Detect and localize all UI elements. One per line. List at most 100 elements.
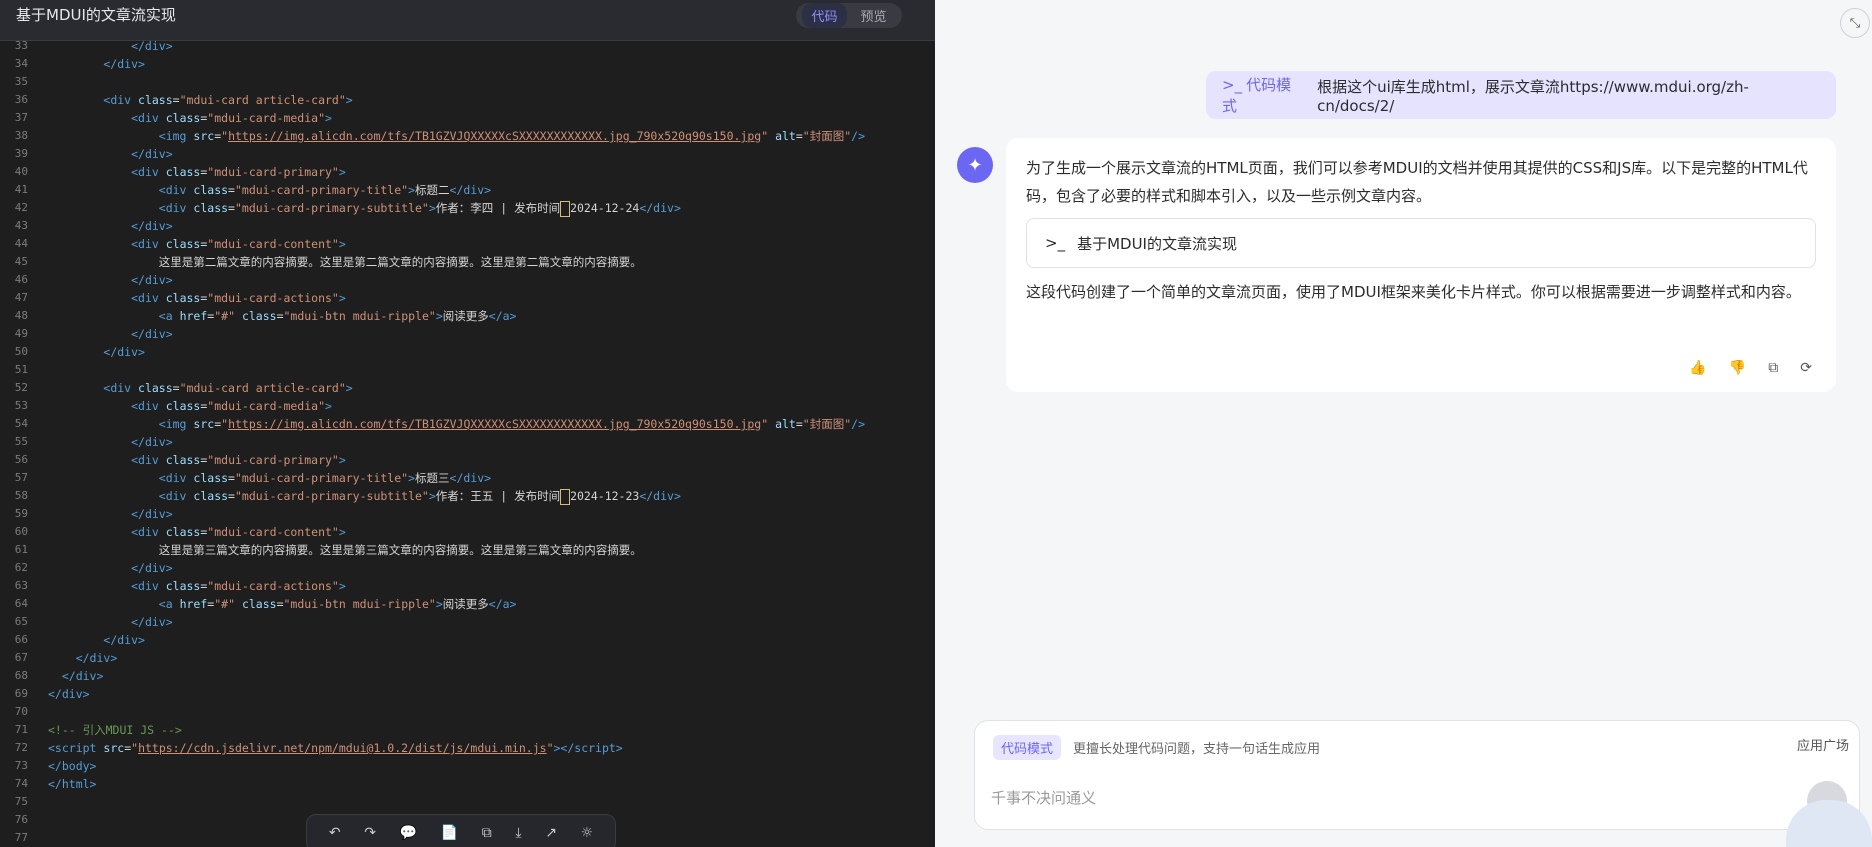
line-text: 这里是第二篇文章的内容摘要。这里是第二篇文章的内容摘要。这里是第二篇文章的内容摘…: [48, 255, 642, 269]
line-number: 37: [14, 111, 28, 124]
code-line: 34 </div>: [0, 55, 935, 73]
line-number: 57: [14, 471, 28, 484]
document-icon[interactable]: 📄: [441, 825, 458, 841]
chat-input-area: 代码模式 更擅长处理代码问题，支持一句话生成应用 应用广场 千事不决问通义: [974, 720, 1860, 830]
line-text: <div class="mdui-card-primary-title">标题三…: [158, 471, 492, 485]
answer-outro: 这段代码创建了一个简单的文章流页面，使用了MDUI框架来美化卡片样式。你可以根据…: [1026, 283, 1801, 301]
theme-icon[interactable]: ☼: [581, 825, 594, 841]
assistant-answer: 为了生成一个展示文章流的HTML页面，我们可以参考MDUI的文档并使用其提供的C…: [1006, 138, 1836, 392]
code-line: 49 </div>: [0, 325, 935, 343]
copy-icon[interactable]: ⧉: [1768, 360, 1778, 376]
line-number: 63: [14, 579, 28, 592]
line-number: 68: [14, 669, 28, 682]
thumbs-down-icon[interactable]: 👎: [1729, 360, 1746, 376]
code-line: 51: [0, 361, 935, 379]
line-number: 55: [14, 435, 28, 448]
line-number: 51: [14, 363, 28, 376]
line-number: 58: [14, 489, 28, 502]
chat-input[interactable]: 千事不决问通义: [991, 787, 1096, 808]
code-line: 69 </div>: [0, 685, 935, 703]
line-number: 33: [14, 39, 28, 52]
line-text: </body>: [48, 759, 97, 773]
share-icon[interactable]: ↗: [545, 825, 557, 841]
line-text: <div class="mdui-card-actions">: [131, 579, 346, 593]
refresh-icon[interactable]: ⟳: [1800, 360, 1812, 376]
line-text: </div>: [131, 615, 173, 629]
line-number: 39: [14, 147, 28, 160]
line-number: 38: [14, 129, 28, 142]
line-number: 74: [14, 777, 28, 790]
line-number: 41: [14, 183, 28, 196]
code-line: 42 <div class="mdui-card-primary-subtitl…: [0, 199, 935, 217]
code-line: 47 <div class="mdui-card-actions">: [0, 289, 935, 307]
code-mode-pill[interactable]: 代码模式: [993, 735, 1062, 760]
line-text: <div class="mdui-card-actions">: [131, 291, 346, 305]
thumbs-up-icon[interactable]: 👍: [1689, 360, 1706, 376]
line-number: 52: [14, 381, 28, 394]
tab-preview[interactable]: 预览: [851, 3, 895, 28]
code-line: 61 这里是第三篇文章的内容摘要。这里是第三篇文章的内容摘要。这里是第三篇文章的…: [0, 541, 935, 559]
line-text: <div class="mdui-card-primary-subtitle">…: [158, 488, 681, 505]
code-line: 75: [0, 793, 935, 811]
line-text: <script src="https://cdn.jsdelivr.net/np…: [48, 741, 623, 755]
download-icon[interactable]: ⤓: [515, 825, 521, 841]
line-text: <div class="mdui-card-content">: [131, 525, 346, 539]
line-text: </div>: [131, 273, 173, 287]
line-number: 71: [14, 723, 28, 736]
line-text: </div>: [131, 507, 173, 521]
code-line: 39 </div>: [0, 145, 935, 163]
app-plaza-link[interactable]: 应用广场: [1797, 735, 1849, 754]
terminal-icon: >_: [1222, 76, 1243, 94]
line-number: 47: [14, 291, 28, 304]
line-number: 65: [14, 615, 28, 628]
line-number: 69: [14, 687, 28, 700]
tab-code[interactable]: 代码: [802, 3, 847, 28]
page-title: 基于MDUI的文章流实现: [16, 6, 176, 24]
answer-intro: 为了生成一个展示文章流的HTML页面，我们可以参考MDUI的文档并使用其提供的C…: [1026, 159, 1808, 205]
code-editor[interactable]: 33 </div> 34 </div> 35 36 <div class="mdui-…: [0, 37, 935, 847]
code-line: 62 </div>: [0, 559, 935, 577]
user-message: >_ 代码模式 根据这个ui库生成html，展示文章流https://www.md…: [1206, 71, 1836, 119]
line-number: 49: [14, 327, 28, 340]
line-text: <div class="mdui-card-primary">: [131, 165, 346, 179]
line-text: <a href="#" class="mdui-btn mdui-ripple"…: [158, 597, 517, 611]
code-line: 48 <a href="#" class="mdui-btn mdui-ripp…: [0, 307, 935, 325]
code-line: 63 <div class="mdui-card-actions">: [0, 577, 935, 595]
line-text: </div>: [131, 327, 173, 341]
line-number: 73: [14, 759, 28, 772]
redo-icon[interactable]: ↷: [364, 825, 376, 841]
undo-icon[interactable]: ↶: [329, 825, 341, 841]
code-line: 68 </div>: [0, 667, 935, 685]
line-text: <div class="mdui-card-primary">: [131, 453, 346, 467]
code-line: 50 </div>: [0, 343, 935, 361]
line-number: 60: [14, 525, 28, 538]
line-number: 54: [14, 417, 28, 430]
collapse-icon[interactable]: ⤡: [1840, 8, 1870, 38]
code-line: 71 <!-- 引入MDUI JS -->: [0, 721, 935, 739]
code-line: 64 <a href="#" class="mdui-btn mdui-ripp…: [0, 595, 935, 613]
line-number: 77: [14, 831, 28, 844]
code-line: 46 </div>: [0, 271, 935, 289]
code-line: 65 </div>: [0, 613, 935, 631]
code-line: 35: [0, 73, 935, 91]
line-number: 56: [14, 453, 28, 466]
code-line: 37 <div class="mdui-card-media">: [0, 109, 935, 127]
line-text: </div>: [103, 633, 145, 647]
line-text: </div>: [48, 57, 145, 71]
copy-icon[interactable]: ⧉: [482, 825, 492, 841]
user-message-text: 根据这个ui库生成html，展示文章流https://www.mdui.org/…: [1317, 77, 1749, 115]
line-text: </div>: [103, 345, 145, 359]
line-text: <img src="https://img.alicdn.com/tfs/TB1…: [158, 417, 866, 431]
line-number: 40: [14, 165, 28, 178]
mode-description: 更擅长处理代码问题，支持一句话生成应用: [1073, 742, 1321, 757]
line-text: <!-- 引入MDUI JS -->: [48, 723, 182, 737]
code-line: 53 <div class="mdui-card-media">: [0, 397, 935, 415]
code-line: 66 </div>: [0, 631, 935, 649]
code-card[interactable]: >_ 基于MDUI的文章流实现: [1026, 218, 1816, 268]
view-toggle[interactable]: 代码 预览: [796, 3, 902, 28]
line-text: <div class="mdui-card article-card">: [103, 381, 353, 395]
line-number: 64: [14, 597, 28, 610]
comment-icon[interactable]: 💬: [400, 825, 417, 841]
code-line: 59 </div>: [0, 505, 935, 523]
line-text: <div class="mdui-card-primary-subtitle">…: [158, 200, 681, 217]
